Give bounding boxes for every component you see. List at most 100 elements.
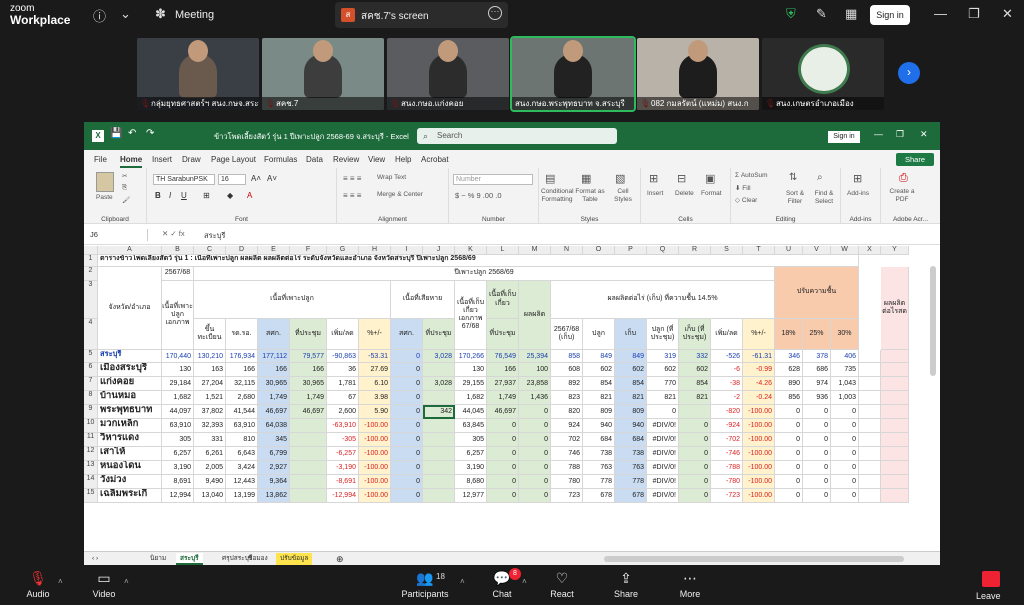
copy-icon[interactable]: ⎘: [122, 184, 127, 192]
table-cell[interactable]: -100.00: [743, 461, 775, 475]
district-cell[interactable]: หนองโดน: [98, 461, 162, 475]
table-cell[interactable]: 76,549: [487, 350, 519, 363]
table-cell[interactable]: 849: [615, 350, 647, 363]
column-header[interactable]: R: [679, 246, 711, 255]
table-cell[interactable]: 0: [519, 489, 551, 503]
increase-font-icon[interactable]: A˄: [251, 174, 261, 183]
table-cell[interactable]: 738: [615, 447, 647, 461]
menu-draw[interactable]: Draw: [182, 155, 201, 164]
table-cell[interactable]: 46,697: [290, 405, 327, 419]
table-cell[interactable]: 0: [775, 405, 803, 419]
table-cell[interactable]: [859, 475, 881, 489]
table-cell[interactable]: 0: [775, 475, 803, 489]
underline-icon[interactable]: U: [181, 191, 187, 200]
table-cell[interactable]: 166: [290, 363, 327, 377]
table-cell[interactable]: 0: [487, 489, 519, 503]
table-cell[interactable]: 29,155: [455, 377, 487, 391]
find-select-button[interactable]: Find & Select: [811, 190, 837, 206]
column-header[interactable]: W: [831, 246, 859, 255]
table-cell[interactable]: #DIV/0!: [647, 461, 679, 475]
column-header[interactable]: E: [258, 246, 290, 255]
column-header[interactable]: L: [487, 246, 519, 255]
meeting-header[interactable]: ที่ประชุม: [290, 319, 327, 350]
table-cell[interactable]: 678: [583, 489, 615, 503]
table-cell[interactable]: 0: [647, 405, 679, 419]
table-cell[interactable]: 778: [615, 475, 647, 489]
table-cell[interactable]: [859, 489, 881, 503]
table-cell[interactable]: 0: [679, 489, 711, 503]
table-cell[interactable]: 12,443: [226, 475, 258, 489]
district-cell[interactable]: เมืองสระบุรี: [98, 363, 162, 377]
table-cell[interactable]: 332: [679, 350, 711, 363]
table-cell[interactable]: -53.31: [359, 350, 391, 363]
table-cell[interactable]: -780: [711, 475, 743, 489]
column-header[interactable]: X: [859, 246, 881, 255]
currency-icon[interactable]: $ ~ % 9 .00 .0: [455, 191, 502, 200]
sort-filter-icon[interactable]: ⇅: [789, 172, 797, 183]
table-cell[interactable]: [423, 433, 455, 447]
table-cell[interactable]: 25,394: [519, 350, 551, 363]
table-cell[interactable]: 0: [519, 405, 551, 419]
table-cell[interactable]: -38: [711, 377, 743, 391]
table-cell[interactable]: [881, 433, 909, 447]
table-cell[interactable]: 331: [194, 433, 226, 447]
table-cell[interactable]: 0: [391, 433, 423, 447]
table-cell[interactable]: 780: [551, 475, 583, 489]
table-cell[interactable]: 0: [679, 461, 711, 475]
table-cell[interactable]: 23,858: [519, 377, 551, 391]
table-cell[interactable]: 1,043: [831, 377, 859, 391]
table-cell[interactable]: [881, 475, 909, 489]
table-cell[interactable]: 0: [831, 475, 859, 489]
planted-doc-header[interactable]: เนื้อที่เพาะปลูกเอกภาพ: [162, 281, 194, 350]
menu-help[interactable]: Help: [395, 155, 411, 164]
minimize-icon[interactable]: —: [934, 6, 947, 21]
table-cell[interactable]: -90,863: [327, 350, 359, 363]
table-cell[interactable]: -924: [711, 419, 743, 433]
table-cell[interactable]: -100.00: [743, 433, 775, 447]
table-cell[interactable]: -100.00: [359, 433, 391, 447]
table-cell[interactable]: 0: [679, 475, 711, 489]
borders-icon[interactable]: ⊞: [203, 191, 210, 200]
table-cell[interactable]: 170,440: [162, 350, 194, 363]
pct-header[interactable]: %+/-: [359, 319, 391, 350]
table-cell[interactable]: [290, 447, 327, 461]
table-cell[interactable]: 0: [803, 489, 831, 503]
table-cell[interactable]: 602: [647, 363, 679, 377]
table-cell[interactable]: [859, 350, 881, 363]
yield-fresh-header[interactable]: ผลผลิตต่อไรสด: [881, 267, 909, 350]
format-as-table-button[interactable]: Format as Table: [575, 188, 605, 204]
table-cell[interactable]: 854: [615, 377, 647, 391]
formula-input[interactable]: สระบุรี: [204, 230, 225, 242]
undo-icon[interactable]: ↶: [128, 128, 136, 139]
table-cell[interactable]: 44,097: [162, 405, 194, 419]
row-header[interactable]: 14: [84, 475, 98, 489]
table-cell[interactable]: [859, 447, 881, 461]
moisture-25-header[interactable]: 25%: [803, 319, 831, 350]
table-cell[interactable]: -100.00: [743, 419, 775, 433]
table-cell[interactable]: 166: [226, 363, 258, 377]
menu-home[interactable]: Home: [120, 155, 143, 168]
row-header[interactable]: 9: [84, 405, 98, 419]
row-header[interactable]: 6: [84, 363, 98, 377]
close-icon[interactable]: ✕: [920, 129, 928, 140]
table-cell[interactable]: 738: [583, 447, 615, 461]
addins-button[interactable]: Add-ins: [847, 190, 869, 197]
more-button[interactable]: ⋯ More: [660, 565, 720, 605]
table-cell[interactable]: 735: [831, 363, 859, 377]
table-cell[interactable]: 0: [519, 461, 551, 475]
table-cell[interactable]: 854: [679, 377, 711, 391]
shield-icon[interactable]: ⛨: [786, 6, 796, 22]
table-cell[interactable]: 0: [775, 489, 803, 503]
table-cell[interactable]: 0: [803, 475, 831, 489]
damaged-header[interactable]: เนื้อที่เสียหาย: [391, 281, 455, 319]
search-box[interactable]: ⌕ Search: [417, 128, 617, 144]
sheet-tab[interactable]: ข้อมอง: [244, 553, 272, 565]
cut-icon[interactable]: ✂: [122, 172, 127, 180]
table-cell[interactable]: -788: [711, 461, 743, 475]
table-cell[interactable]: 788: [551, 461, 583, 475]
table-cell[interactable]: 6,261: [194, 447, 226, 461]
table-cell[interactable]: 0: [487, 447, 519, 461]
table-cell[interactable]: [423, 461, 455, 475]
table-cell[interactable]: [881, 447, 909, 461]
table-cell[interactable]: 0: [391, 405, 423, 419]
